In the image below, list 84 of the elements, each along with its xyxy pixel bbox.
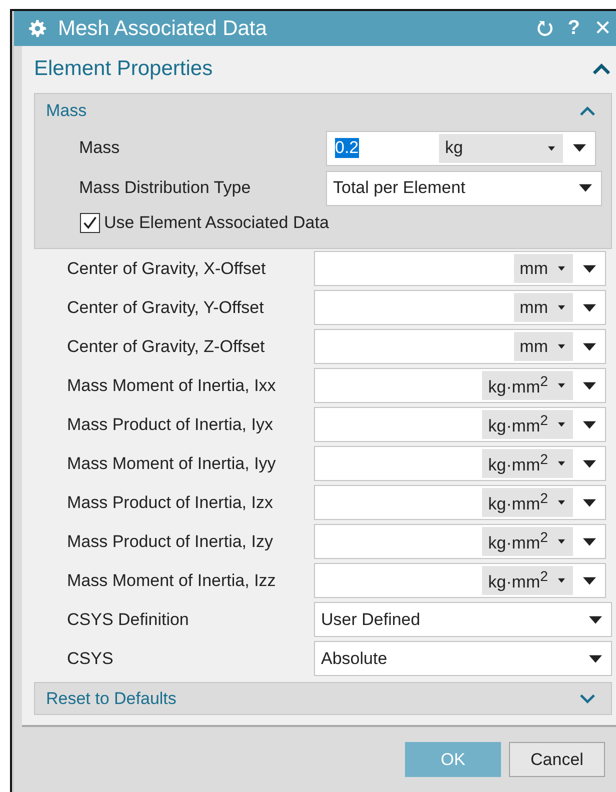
field-label: Mass Distribution Type: [79, 178, 252, 198]
caret-icon[interactable]: [583, 498, 596, 506]
caret-icon[interactable]: [583, 420, 596, 428]
unit-dropdown[interactable]: mm: [514, 332, 573, 361]
section-header[interactable]: Element Properties: [34, 50, 612, 88]
caret-icon[interactable]: [583, 342, 596, 350]
input-field[interactable]: kg·mm$^{2}$: [314, 368, 606, 403]
dropdown[interactable]: Absolute: [314, 641, 612, 676]
unit-dropdown[interactable]: kg·mm$^{2}$: [482, 449, 573, 478]
field-label: CSYS Definition: [67, 610, 190, 630]
reset-icon[interactable]: [536, 20, 554, 37]
caret-icon: [558, 539, 565, 544]
caret-icon: [558, 500, 565, 505]
chevron-icon[interactable]: [593, 63, 610, 75]
caret-icon[interactable]: [573, 144, 586, 152]
unit-text: kg·mm$^{2}$: [488, 530, 548, 554]
field-label: Mass Product of Inertia, Izy: [67, 532, 274, 552]
unit-dropdown[interactable]: kg·mm$^{2}$: [482, 566, 573, 595]
unit-dropdown[interactable]: kg·mm$^{2}$: [482, 410, 573, 439]
field-label: Mass Moment of Inertia, Ixx: [67, 376, 277, 396]
input-field[interactable]: kg·mm$^{2}$: [314, 446, 606, 481]
caret-icon[interactable]: [583, 576, 596, 584]
unit-dropdown[interactable]: kg·mm$^{2}$: [482, 527, 573, 556]
input-field[interactable]: kg·mm$^{2}$: [314, 485, 606, 520]
input-field[interactable]: kg·mm$^{2}$: [314, 524, 606, 559]
field-label: Mass Product of Inertia, Izx: [67, 492, 274, 512]
caret-icon: [558, 422, 565, 427]
caret-icon: [558, 344, 565, 349]
field-label: CSYS: [67, 648, 114, 668]
unit-text: kg: [445, 138, 463, 158]
unit-dropdown[interactable]: kg: [439, 134, 563, 162]
unit-text: kg·mm$^{2}$: [488, 568, 548, 592]
unit-text: mm: [520, 336, 548, 356]
unit-text: kg·mm$^{2}$: [488, 412, 548, 436]
unit-dropdown[interactable]: mm: [514, 293, 573, 322]
field-label: Center of Gravity, Z-Offset: [67, 336, 266, 356]
unit-dropdown[interactable]: mm: [514, 254, 573, 283]
unit-text: kg·mm$^{2}$: [488, 374, 548, 398]
dropdown[interactable]: User Defined: [314, 602, 612, 637]
unit-dropdown[interactable]: kg·mm$^{2}$: [482, 371, 573, 400]
caret-icon: [579, 184, 592, 192]
caret-icon: [558, 266, 565, 271]
field-label: Mass: [79, 138, 121, 158]
caret-icon: [589, 616, 602, 624]
input-field[interactable]: mm: [314, 290, 606, 325]
reset-group[interactable]: Reset to Defaults: [34, 682, 612, 715]
input-field[interactable]: kg·mm$^{2}$: [314, 407, 606, 442]
caret-icon: [558, 461, 565, 466]
input-field[interactable]: mm: [314, 329, 606, 364]
caret-icon: [558, 305, 565, 310]
caret-icon[interactable]: [583, 538, 596, 546]
field-label: Center of Gravity, X-Offset: [67, 258, 267, 278]
unit-dropdown[interactable]: kg·mm$^{2}$: [482, 488, 573, 517]
checkbox[interactable]: [80, 213, 100, 233]
input-value: 0.2: [335, 138, 359, 158]
caret-icon[interactable]: [583, 460, 596, 468]
caret-icon: [558, 578, 565, 583]
dropdown[interactable]: Total per Element: [326, 170, 602, 206]
field-label: Mass Moment of Inertia, Izz: [67, 570, 277, 590]
caret-icon: [548, 146, 555, 150]
chevron-icon[interactable]: [580, 694, 595, 704]
window-title: Mesh Associated Data: [58, 16, 268, 40]
caret-icon[interactable]: [583, 304, 596, 312]
input-field[interactable]: mm: [314, 251, 606, 286]
unit-text: kg·mm$^{2}$: [488, 490, 548, 514]
chevron-icon[interactable]: [580, 106, 595, 116]
group-title[interactable]: Mass: [46, 101, 87, 121]
group-title: Reset to Defaults: [46, 688, 176, 708]
unit-text: mm: [520, 258, 548, 278]
caret-icon: [589, 654, 602, 662]
settings-icon[interactable]: [29, 20, 46, 37]
field-label: Mass Moment of Inertia, Iyy: [67, 454, 277, 474]
unit-text: mm: [520, 298, 548, 318]
caret-icon: [558, 383, 565, 388]
unit-text: kg·mm$^{2}$: [488, 452, 548, 476]
section-title: Element Properties: [34, 57, 213, 81]
field-label: Mass Product of Inertia, Iyx: [67, 414, 274, 434]
mass-input-field[interactable]: 0.2 kg: [326, 130, 596, 166]
field-label: Center of Gravity, Y-Offset: [67, 298, 265, 318]
caret-icon[interactable]: [583, 382, 596, 390]
caret-icon[interactable]: [583, 264, 596, 272]
cancel-button[interactable]: Cancel: [509, 742, 605, 777]
checkbox-label: Use Element Associated Data: [104, 213, 329, 233]
input-field[interactable]: kg·mm$^{2}$: [314, 563, 606, 598]
